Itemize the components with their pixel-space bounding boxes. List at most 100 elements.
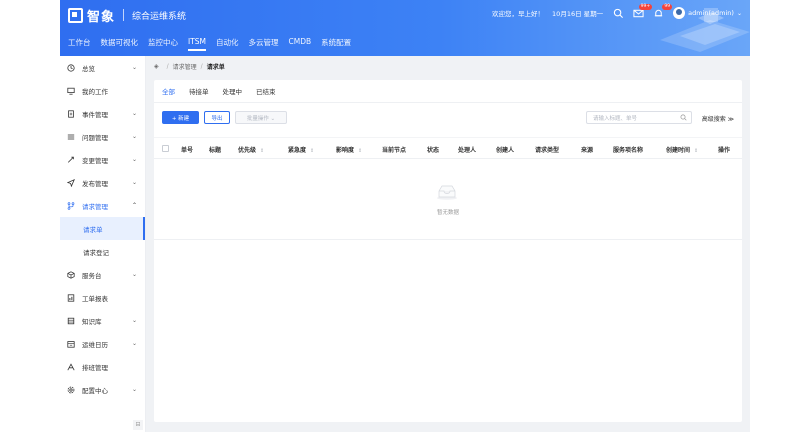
bell-icon[interactable]: 99: [653, 3, 673, 19]
column-priority[interactable]: 优先级 ⇕: [238, 145, 264, 154]
nav-itsm[interactable]: ITSM: [188, 37, 207, 51]
sort-icon[interactable]: ⇕: [358, 148, 362, 154]
sidebar-item-scheduling[interactable]: 排班管理: [60, 355, 145, 378]
tab-closed[interactable]: 已结束: [256, 86, 276, 103]
batch-actions-dropdown[interactable]: 批量操作 ⌄: [235, 111, 287, 124]
sidebar-item-overview[interactable]: 总览 ⌄: [60, 56, 145, 79]
breadcrumb-parent[interactable]: 请求管理: [173, 62, 197, 71]
brand[interactable]: 智象 综合运维系统: [68, 6, 186, 25]
column-handler: 处理人: [458, 147, 477, 154]
sidebar-item-label: 服务台: [82, 271, 102, 280]
sidebar-item-config-center[interactable]: 配置中心 ⌄: [60, 378, 145, 401]
column-impact[interactable]: 影响度 ⇕: [336, 145, 362, 154]
column-label: 紧急度: [288, 147, 307, 154]
sidebar-item-ticket-report[interactable]: 工单报表: [60, 286, 145, 309]
sidebar-item-label: 变更管理: [82, 156, 108, 165]
chevron-down-icon: ⌄: [131, 271, 137, 278]
toolbar: + 新建 导出 批量操作 ⌄: [162, 111, 292, 124]
empty-box-icon: [437, 185, 457, 200]
mail-icon[interactable]: 99+: [633, 3, 653, 19]
search-input[interactable]: 请输入标题、单号: [586, 111, 692, 124]
greeting-text: 欢迎您，早上好！: [492, 10, 545, 18]
column-creator: 创建人: [496, 147, 515, 154]
breadcrumb-separator: /: [200, 63, 203, 70]
sidebar-item-label: 排班管理: [82, 363, 108, 372]
sidebar-item-label: 我的工作: [82, 87, 108, 96]
sidebar-item-label: 问题管理: [82, 133, 108, 142]
breadcrumb-separator: /: [166, 63, 169, 70]
sidebar-item-knowledge[interactable]: 知识库 ⌄: [60, 309, 145, 332]
sidebar-item-change[interactable]: 变更管理 ⌄: [60, 148, 145, 171]
sort-icon[interactable]: ⇕: [310, 148, 314, 154]
sidebar-subitem-request-order[interactable]: 请求单: [60, 217, 145, 240]
column-created-time[interactable]: 创建时间 ⇕: [666, 145, 698, 154]
nav-system-config[interactable]: 系统配置: [321, 37, 351, 51]
top-nav: 工作台 数据可视化 监控中心 ITSM 自动化 多云管理 CMDB 系统配置: [68, 37, 361, 51]
header-right: 欢迎您，早上好！ 10月16日 星期一 99+ 99 admin(admin) …: [492, 3, 742, 19]
collapse-sidebar-icon[interactable]: ⊟: [133, 420, 143, 430]
sidebar-item-release[interactable]: 发布管理 ⌄: [60, 171, 145, 194]
arrows-icon: [67, 156, 75, 164]
chevron-down-icon: ⌄: [131, 386, 137, 393]
column-urgency[interactable]: 紧急度 ⇕: [288, 145, 314, 154]
nav-cmdb[interactable]: CMDB: [289, 37, 312, 51]
nav-automation[interactable]: 自动化: [216, 37, 239, 51]
sort-icon[interactable]: ⇕: [260, 148, 264, 154]
table-header: 单号 标题 优先级 ⇕ 紧急度 ⇕ 影响度 ⇕ 当前节点 状态 处理人 创建人 请求类…: [154, 137, 742, 159]
chevron-down-icon: ⌄: [131, 317, 137, 324]
book-icon: [67, 317, 75, 325]
cube-icon: [67, 270, 75, 279]
sidebar-item-label: 事件管理: [82, 110, 108, 119]
people-icon: [67, 362, 75, 371]
select-all-checkbox[interactable]: [162, 145, 169, 152]
sidebar-item-label: 知识库: [82, 317, 102, 326]
sidebar-item-incident[interactable]: 事件管理 ⌄: [60, 102, 145, 125]
sort-icon[interactable]: ⇕: [694, 148, 698, 154]
nav-data-visualization[interactable]: 数据可视化: [101, 37, 139, 51]
user-menu-chevron-icon[interactable]: ⌄: [737, 10, 742, 17]
column-label: 优先级: [238, 147, 257, 154]
tabs-divider: [154, 102, 742, 103]
brand-logo-icon: [68, 7, 83, 23]
sidebar-item-label: 工单报表: [82, 294, 108, 303]
avatar[interactable]: [673, 7, 686, 19]
search-icon[interactable]: [613, 8, 624, 19]
new-button[interactable]: + 新建: [162, 111, 199, 124]
sidebar-item-problem[interactable]: 问题管理 ⌄: [60, 125, 145, 148]
column-current-node: 当前节点: [382, 147, 407, 154]
breadcrumb-current: 请求单: [206, 64, 225, 71]
notice-badge: 99: [662, 3, 673, 10]
export-button[interactable]: 导出: [204, 111, 230, 124]
top-header: 智象 综合运维系统 工作台 数据可视化 监控中心 ITSM 自动化 多云管理 C…: [60, 0, 750, 56]
chevron-down-icon: ⌄: [131, 179, 137, 186]
chevron-down-icon: ⌄: [131, 156, 137, 163]
sidebar-item-label: 总览: [82, 64, 95, 73]
advanced-search-link[interactable]: 高级搜索 ≫: [702, 114, 734, 123]
monitor-icon: [67, 87, 75, 95]
column-status: 状态: [427, 147, 440, 154]
mail-badge: 99+: [638, 3, 653, 10]
sidebar-item-service-desk[interactable]: 服务台 ⌄: [60, 263, 145, 286]
nav-workbench[interactable]: 工作台: [68, 37, 91, 51]
sidebar-item-request[interactable]: 请求管理 ⌃: [60, 194, 145, 217]
user-name[interactable]: admin(admin): [688, 9, 734, 17]
nav-monitoring[interactable]: 监控中心: [148, 37, 178, 51]
sidebar: 总览 ⌄ 我的工作 事件管理 ⌄ 问题管理 ⌄ 变更管理 ⌄ 发布管理 ⌄ 请求…: [60, 56, 146, 432]
sidebar-item-ops-calendar[interactable]: 运维日历 ⌄: [60, 332, 145, 355]
column-source: 来源: [581, 147, 594, 154]
app-window: 智象 综合运维系统 工作台 数据可视化 监控中心 ITSM 自动化 多云管理 C…: [60, 0, 750, 432]
empty-state: 暂无数据: [154, 160, 742, 240]
empty-text: 暂无数据: [436, 210, 459, 216]
sidebar-item-my-work[interactable]: 我的工作: [60, 79, 145, 102]
chevron-down-icon: ⌄: [131, 340, 137, 347]
search-icon[interactable]: [680, 114, 687, 121]
home-icon[interactable]: ◈: [154, 63, 159, 70]
nav-multicloud[interactable]: 多云管理: [249, 37, 279, 51]
tab-processing[interactable]: 处理中: [223, 86, 243, 103]
sidebar-subitem-request-register[interactable]: 请求登记: [60, 240, 145, 263]
column-title: 标题: [209, 147, 222, 154]
tab-all[interactable]: 全部: [162, 86, 175, 103]
tab-pending[interactable]: 待接单: [189, 86, 209, 103]
branch-icon: [67, 201, 75, 210]
status-tabs: 全部 待接单 处理中 已结束: [162, 86, 290, 103]
